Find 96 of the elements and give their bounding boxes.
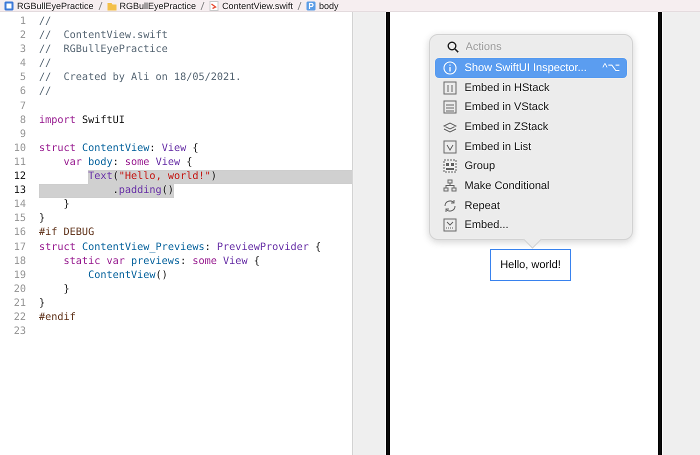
code-token: import — [39, 114, 76, 128]
code-token: // — [39, 57, 52, 72]
code-token: View — [154, 156, 180, 170]
menu-item[interactable]: Embed in ZStack — [434, 117, 626, 137]
code-token: : — [112, 156, 120, 170]
code-token: struct — [39, 240, 76, 254]
code-token: Text — [88, 170, 113, 184]
code-token: ContentView_Previews — [80, 240, 205, 254]
line-number: 3 — [18, 43, 27, 58]
code-token: ContentView — [80, 142, 150, 156]
line-number: 12 — [12, 170, 27, 184]
chevron-icon — [296, 0, 302, 10]
hello-text-view[interactable]: Hello, world! — [490, 249, 571, 282]
line-number: 7 — [18, 100, 27, 114]
line-number: 2 — [18, 29, 27, 44]
line-number: 13 — [12, 184, 27, 198]
branch-icon — [442, 178, 456, 193]
breadcrumb-item[interactable]: RGBullEyePractice — [106, 0, 196, 10]
embed-icon — [442, 218, 456, 232]
code-token: } — [39, 212, 46, 226]
menu-item[interactable]: Embed in HStack — [434, 78, 626, 98]
code-token: : — [149, 142, 157, 156]
code-token: } — [39, 296, 46, 311]
code-token: // — [39, 85, 52, 100]
code-token: { — [252, 254, 260, 269]
code-token: SwiftUI — [80, 114, 125, 128]
line-number: 17 — [12, 240, 27, 254]
list-icon — [442, 140, 456, 154]
code-token: struct — [39, 142, 76, 156]
breadcrumb-item[interactable]: body — [306, 0, 338, 10]
code-token: { — [191, 142, 199, 156]
menu-item[interactable]: Make Conditional — [434, 176, 626, 196]
line-number: 10 — [12, 142, 27, 156]
code-token: : — [180, 254, 188, 269]
code-token: { — [314, 240, 322, 254]
code-token: } — [62, 198, 70, 212]
line-number: 23 — [12, 325, 27, 340]
chevron-icon — [98, 0, 103, 10]
hstack-icon — [442, 80, 456, 95]
code-token: // Created by Ali on 18/05/2021. — [39, 71, 242, 86]
code-token: var — [62, 156, 82, 170]
line-number: 15 — [12, 212, 27, 226]
group-icon — [442, 159, 456, 174]
info-icon — [442, 60, 456, 75]
zstack-icon — [442, 120, 456, 134]
line-number: 19 — [12, 268, 27, 283]
search-icon — [446, 41, 458, 53]
code-token: PreviewProvider — [216, 240, 309, 254]
shortcut-label: ^⌥ — [602, 61, 620, 74]
line-number: 9 — [18, 128, 27, 142]
code-token: . — [112, 184, 119, 198]
line-number: 4 — [18, 57, 27, 72]
line-number: 18 — [12, 254, 27, 269]
breadcrumb-item[interactable]: RGBullEyePractice — [4, 0, 94, 10]
line-number: 16 — [12, 226, 27, 240]
menu-item[interactable]: Group — [434, 156, 626, 176]
code-token: ( — [112, 170, 119, 184]
code-token: #endif — [39, 310, 76, 325]
code-token: // RGBullEyePractice — [39, 43, 168, 58]
code-token: View — [222, 254, 248, 269]
code-token: // ContentView.swift — [39, 29, 168, 44]
code-token: previews — [130, 254, 180, 269]
menu-item[interactable]: Embed in List — [434, 136, 626, 156]
line-number: 1 — [18, 15, 27, 29]
menu-item[interactable]: Repeat — [434, 196, 626, 216]
code-token: { — [185, 156, 192, 170]
search-field[interactable]: Actions — [466, 41, 606, 53]
line-number: 8 — [18, 114, 27, 128]
code-token: #if DEBUG — [39, 226, 94, 240]
menu-item[interactable]: Embed in VStack — [434, 97, 626, 118]
repeat-icon — [442, 198, 456, 213]
code-token: some — [124, 156, 150, 170]
code-token: some — [192, 254, 217, 269]
code-token: ) — [210, 170, 217, 184]
code-token: body — [87, 156, 113, 170]
line-number: 6 — [18, 85, 27, 100]
line-number: 20 — [12, 282, 27, 297]
menu-item[interactable]: Embed... — [434, 216, 626, 236]
code-token: static var — [62, 254, 125, 269]
code-token: ContentView — [87, 268, 156, 283]
vstack-icon — [442, 100, 456, 114]
code-token: () — [156, 268, 168, 283]
code-token: // — [39, 15, 52, 29]
line-number: 5 — [18, 71, 27, 86]
code-token: () — [162, 184, 174, 198]
line-number: 22 — [12, 310, 27, 325]
code-token: } — [62, 282, 70, 297]
code-token: : — [204, 240, 212, 254]
line-number: 14 — [12, 198, 27, 212]
code-token: "Hello, world!" — [118, 170, 211, 184]
breadcrumb-item[interactable]: ContentView.swift — [209, 0, 293, 10]
code-token: View — [162, 142, 186, 156]
code-token: padding — [118, 184, 162, 198]
line-number: 21 — [12, 296, 27, 311]
line-number: 11 — [12, 156, 27, 170]
chevron-icon — [200, 0, 206, 10]
